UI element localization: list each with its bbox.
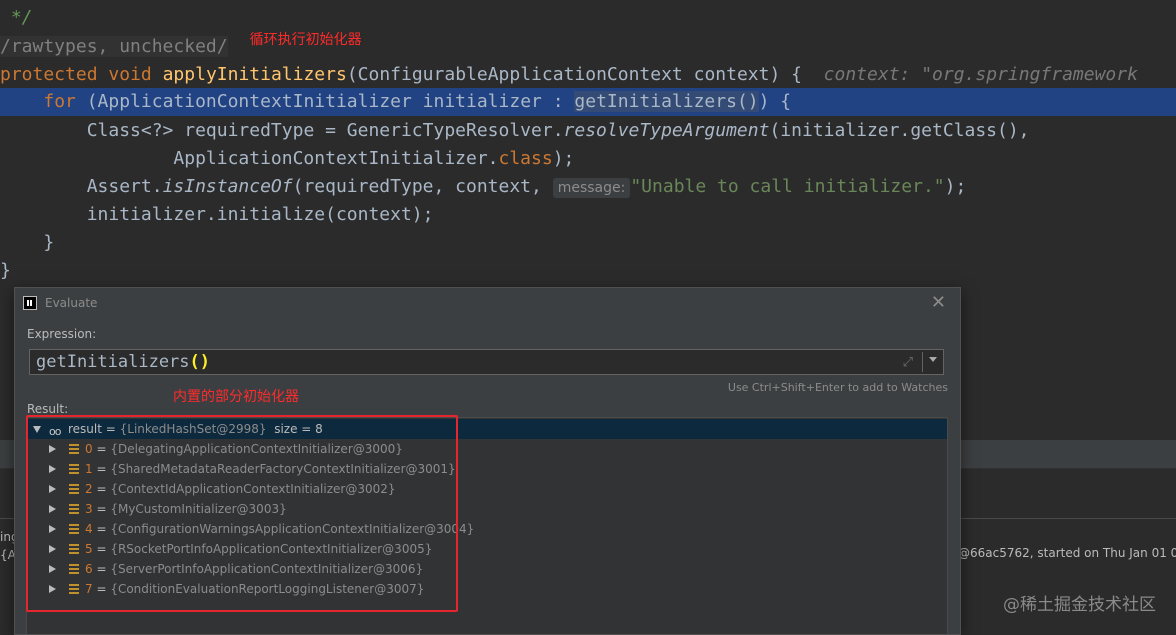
highlight-box bbox=[26, 415, 458, 612]
code-line-assert: Assert.isInstanceOf(requiredType, contex… bbox=[86, 176, 967, 198]
code-line-suppress: /rawtypes, unchecked/循环执行初始化器 bbox=[0, 32, 362, 57]
dialog-title-bar[interactable]: Evaluate ✕ bbox=[15, 288, 960, 316]
history-dropdown-icon[interactable] bbox=[929, 357, 937, 362]
code-line-required-type: Class<?> requiredType = GenericTypeResol… bbox=[86, 120, 1030, 141]
parameter-hint: message: bbox=[552, 178, 631, 198]
code-line-close-for: } bbox=[43, 232, 55, 253]
inline-value-hint: context: "org.springframework bbox=[823, 64, 1138, 85]
code-line-close-method: } bbox=[0, 260, 11, 281]
expression-input[interactable]: getInitializers() bbox=[36, 350, 210, 374]
dialog-title: Evaluate bbox=[45, 296, 98, 310]
watermark: @稀土掘金技术社区 bbox=[1003, 595, 1156, 615]
code-line-method-signature: protected void applyInitializers(Configu… bbox=[0, 64, 1138, 85]
intellij-app-icon bbox=[23, 296, 37, 310]
code-line-comment-end: */ bbox=[0, 7, 33, 28]
annotation-builtin-label: 内置的部分初始化器 bbox=[173, 389, 299, 405]
close-icon[interactable]: ✕ bbox=[931, 292, 946, 313]
code-line-initialize: initializer.initialize(context); bbox=[86, 204, 434, 225]
console-log-line: @66ac5762, started on Thu Jan 01 08:0 bbox=[958, 546, 1176, 560]
code-line-class-arg: ApplicationContextInitializer.class); bbox=[173, 148, 575, 169]
code-line-for-loop-current: for (ApplicationContextInitializer initi… bbox=[0, 88, 1176, 116]
dropdown-separator bbox=[922, 352, 923, 372]
result-label: Result: bbox=[27, 402, 69, 416]
code-editor[interactable]: */ /rawtypes, unchecked/循环执行初始化器 protect… bbox=[0, 0, 1176, 290]
annotation-loop-label: 循环执行初始化器 bbox=[249, 32, 362, 48]
add-to-watches-hint: Use Ctrl+Shift+Enter to add to Watches bbox=[727, 381, 948, 394]
expression-label: Expression: bbox=[27, 327, 97, 341]
expression-field[interactable]: getInitializers() ⤢ bbox=[29, 349, 944, 375]
expand-icon[interactable]: ⤢ bbox=[903, 355, 913, 370]
